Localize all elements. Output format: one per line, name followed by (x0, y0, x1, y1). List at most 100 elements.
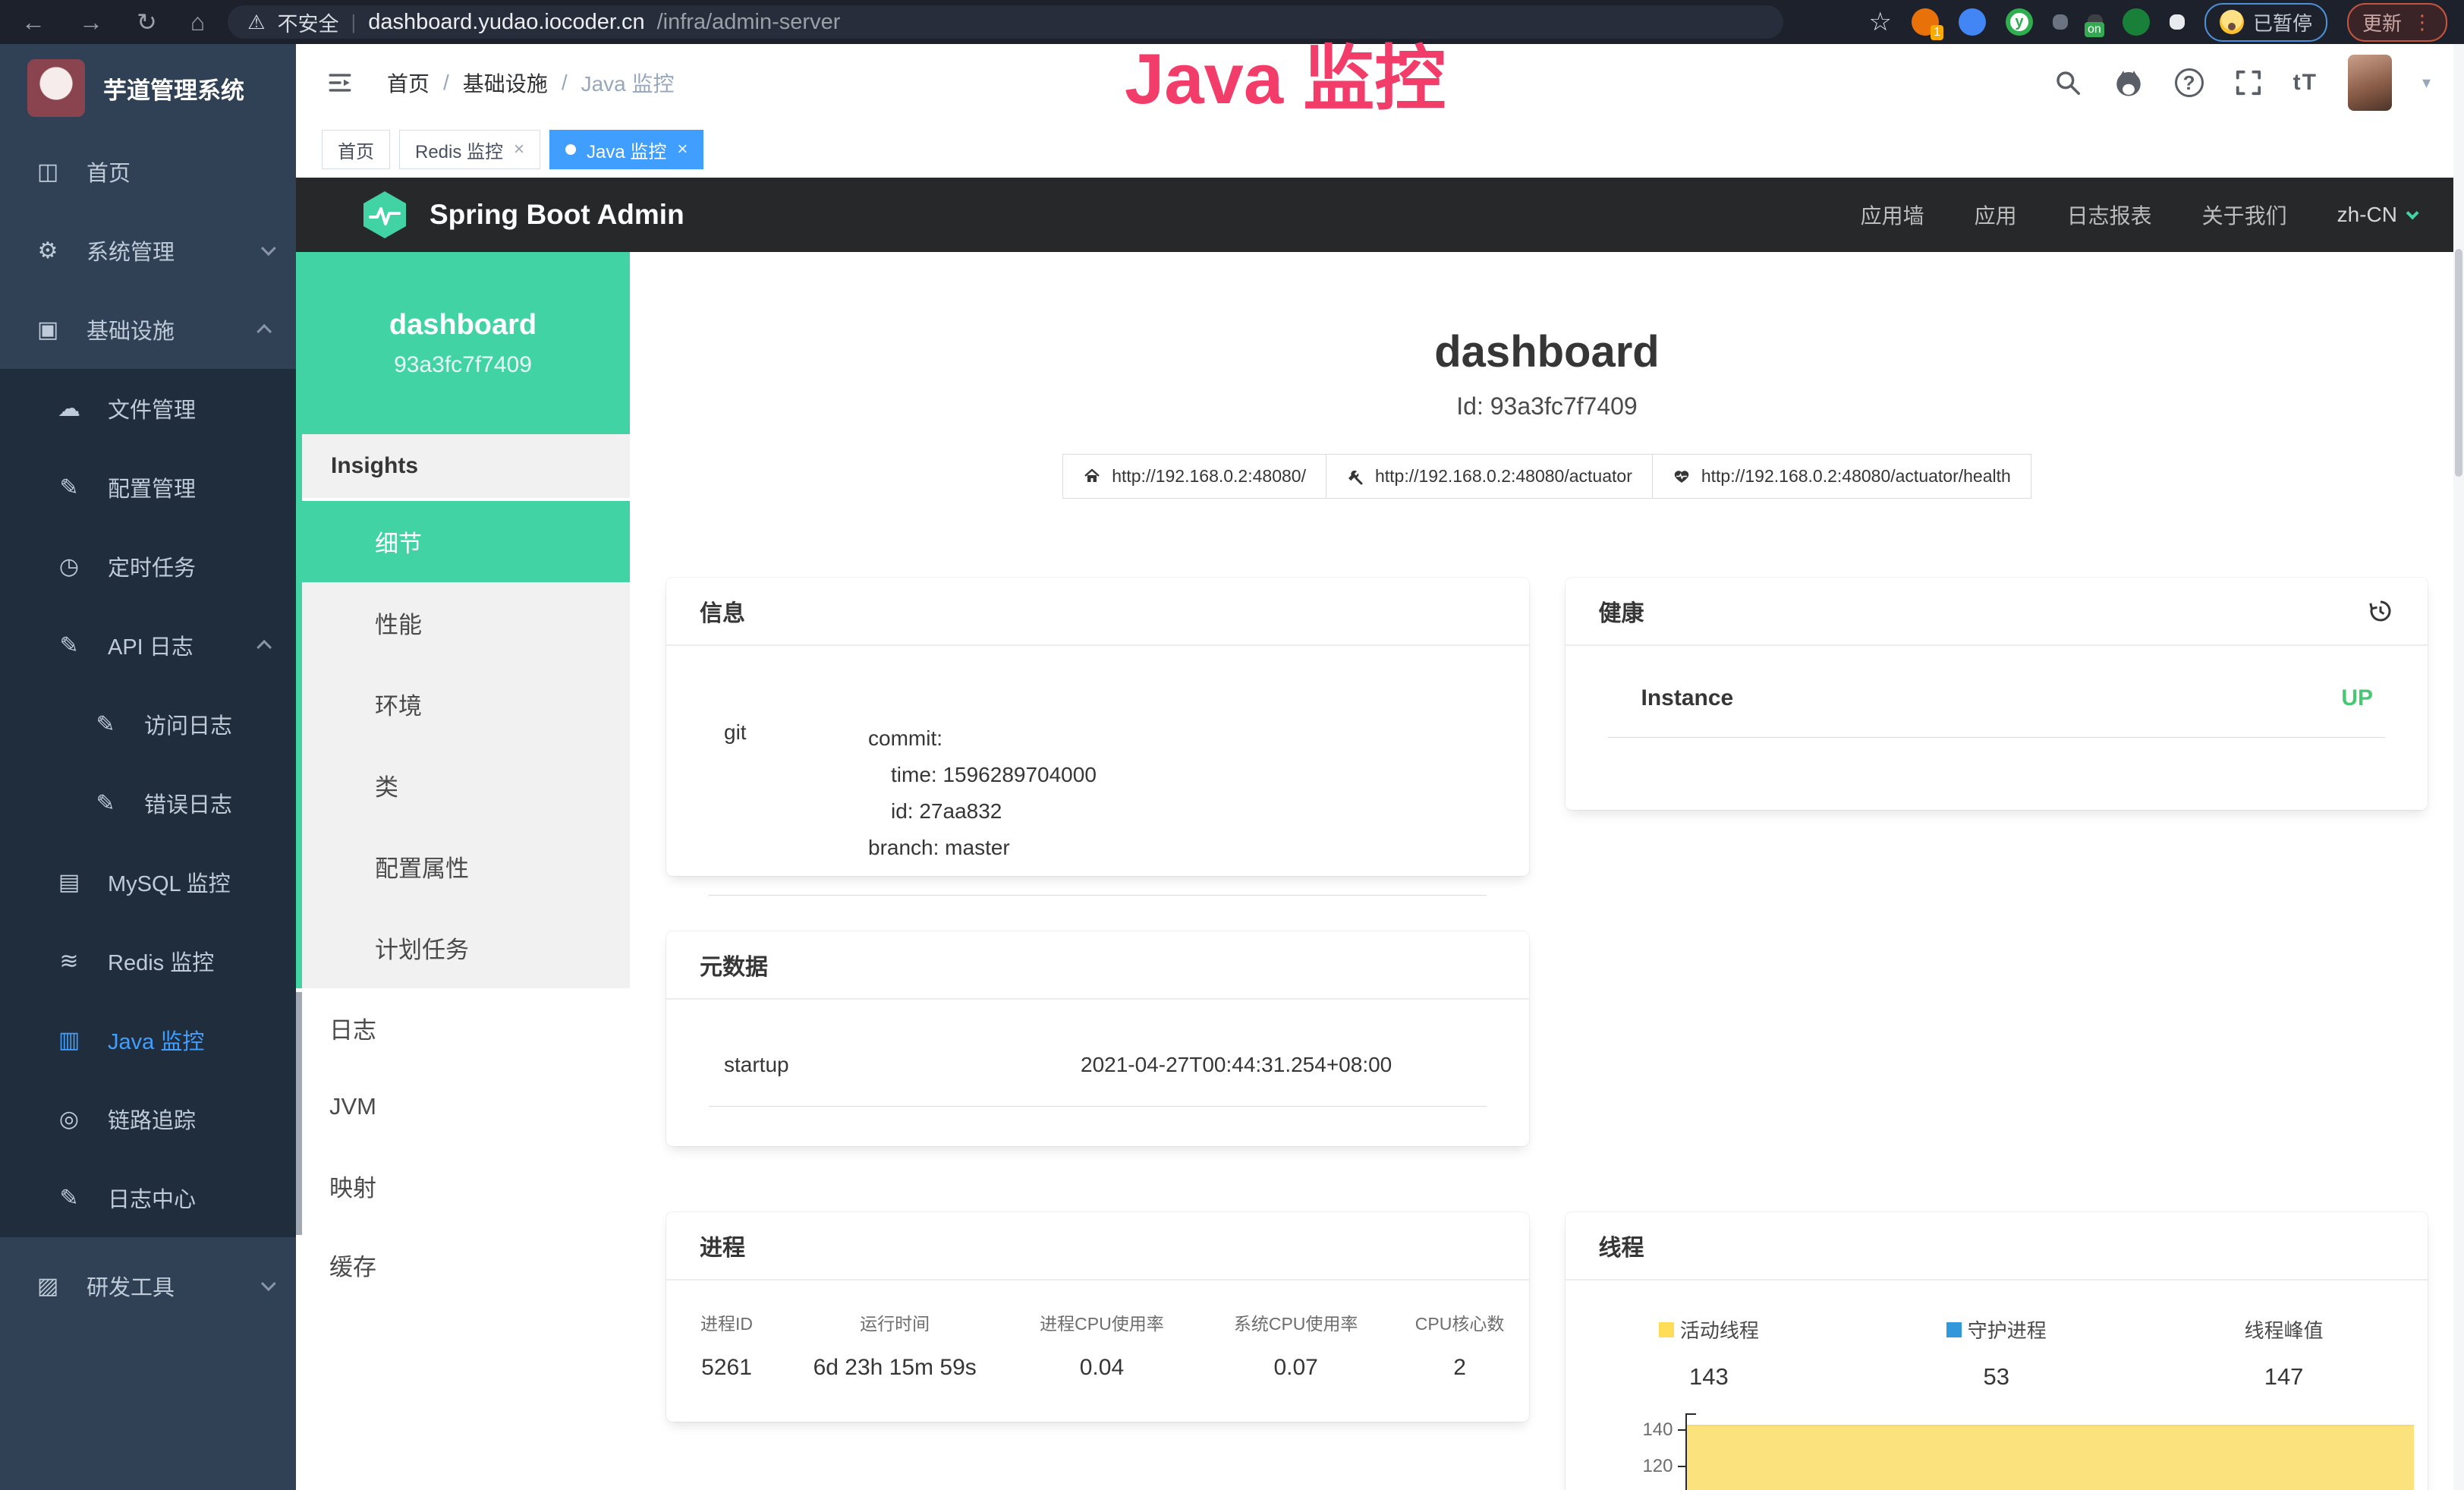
paused-profile-chip[interactable]: 已暂停 (2204, 3, 2327, 42)
instance-name: dashboard (389, 309, 537, 342)
user-avatar[interactable] (2348, 55, 2392, 111)
process-card: 进程 进程ID 运行时间 进程CPU使用率 系统CPU使用率 CPU核心数 (666, 1212, 1529, 1422)
breadcrumb-home[interactable]: 首页 (387, 68, 430, 98)
sidebar: 芋道管理系统 ◫ 首页 ⚙ 系统管理 ▣ 基础设施 ☁ 文件管理 (0, 44, 296, 1490)
sidebar-item-files[interactable]: ☁ 文件管理 (0, 369, 296, 448)
home-icon[interactable]: ⌂ (190, 8, 205, 36)
font-size-icon[interactable]: tT (2293, 70, 2318, 96)
url-path: /infra/admin-server (657, 10, 841, 35)
github-icon[interactable] (2113, 67, 2145, 99)
tab-home[interactable]: 首页 (322, 130, 390, 169)
menu-item-scheduled-tasks[interactable]: 计划任务 (302, 907, 630, 988)
menu-item-config-props[interactable]: 配置属性 (302, 826, 630, 907)
sidebar-item-tracing[interactable]: ◎ 链路追踪 (0, 1079, 296, 1158)
sidebar-item-log-center[interactable]: ✎ 日志中心 (0, 1158, 296, 1237)
sidebar-item-error-log[interactable]: ✎ 错误日志 (0, 764, 296, 843)
bookmark-star-icon[interactable]: ☆ (1868, 7, 1891, 37)
puzzle-extension-icon[interactable] (2170, 14, 2185, 30)
health-instance-label: Instance (1641, 685, 1734, 711)
service-url-button[interactable]: http://192.168.0.2:48080/ (1062, 454, 1326, 499)
health-url-button[interactable]: http://192.168.0.2:48080/actuator/health (1652, 454, 2031, 499)
browser-actions: ☆ 1 y on 已暂停 更新 ⋮ (1868, 3, 2464, 42)
scrollbar-thumb[interactable] (2455, 249, 2462, 477)
sidebar-item-redis[interactable]: ≋ Redis 监控 (0, 921, 296, 1000)
toolbox-icon: ▨ (32, 1273, 64, 1299)
pin-extension-icon[interactable] (1959, 8, 1986, 36)
process-col-header: 进程ID (666, 1309, 787, 1355)
app-logo-row[interactable]: 芋道管理系统 (0, 44, 296, 132)
grid-extension-icon[interactable] (2053, 14, 2068, 30)
update-label: 更新 (2362, 8, 2402, 36)
help-icon[interactable]: ? (2175, 68, 2204, 97)
sidebar-item-system[interactable]: ⚙ 系统管理 (0, 211, 296, 290)
reload-icon[interactable]: ↻ (137, 8, 157, 36)
menu-item-logs[interactable]: 日志 (296, 988, 630, 1067)
menu-item-metrics[interactable]: 性能 (302, 582, 630, 663)
process-table: 进程ID 运行时间 进程CPU使用率 系统CPU使用率 CPU核心数 5261 … (666, 1309, 1529, 1381)
list-extension-icon[interactable]: on (2088, 14, 2103, 30)
user-menu-caret-icon[interactable]: ▾ (2422, 73, 2431, 93)
sidebar-item-config[interactable]: ✎ 配置管理 (0, 448, 296, 527)
y-extension-icon[interactable]: y (2006, 8, 2033, 36)
app-title: 芋道管理系统 (103, 71, 244, 106)
process-card-header: 进程 (666, 1212, 1529, 1281)
sidebar-item-infra[interactable]: ▣ 基础设施 (0, 290, 296, 369)
sidebar-item-jobs[interactable]: ◷ 定时任务 (0, 527, 296, 606)
sba-link-wallboard[interactable]: 应用墙 (1861, 200, 1924, 230)
sba-brand[interactable]: Spring Boot Admin (360, 190, 684, 240)
menu-item-caches[interactable]: 缓存 (296, 1225, 630, 1304)
sidebar-item-access-log[interactable]: ✎ 访问日志 (0, 685, 296, 764)
sba-link-about[interactable]: 关于我们 (2202, 200, 2287, 230)
hamburger-icon[interactable] (325, 70, 355, 96)
sidebar-item-label: 访问日志 (144, 708, 232, 740)
sidebar-item-home[interactable]: ◫ 首页 (0, 132, 296, 211)
forward-icon[interactable]: → (79, 8, 103, 36)
sidebar-scrollbar[interactable] (296, 992, 302, 1235)
sidebar-item-java-monitor[interactable]: ▥ Java 监控 (0, 1000, 296, 1079)
sba-language-select[interactable]: zh-CN (2337, 203, 2415, 227)
sba-link-journal[interactable]: 日志报表 (2067, 200, 2152, 230)
sidebar-item-api-log[interactable]: ✎ API 日志 (0, 606, 296, 685)
tab-redis-monitor[interactable]: Redis 监控 × (399, 130, 540, 169)
breadcrumb-separator: / (562, 71, 568, 95)
close-icon[interactable]: × (514, 139, 524, 160)
health-url: http://192.168.0.2:48080/actuator/health (1701, 466, 2011, 487)
sidebar-item-mysql[interactable]: ▤ MySQL 监控 (0, 843, 296, 921)
insights-group: Insights 细节 性能 环境 类 配置属性 计划任务 (296, 434, 630, 988)
log-icon: ✎ (90, 711, 121, 738)
on-badge: on (2085, 22, 2104, 37)
close-icon[interactable]: × (677, 139, 688, 160)
sba-navbar: Spring Boot Admin 应用墙 应用 日志报表 关于我们 zh-CN (296, 178, 2464, 252)
menu-item-mappings[interactable]: 映射 (296, 1146, 630, 1225)
instance-content: dashboard Id: 93a3fc7f7409 http://192.16… (630, 252, 2464, 1490)
instance-header: dashboard 93a3fc7f7409 (296, 252, 630, 434)
search-icon[interactable] (2053, 68, 2082, 97)
menu-item-classes[interactable]: 类 (302, 745, 630, 826)
menu-item-details[interactable]: 细节 (302, 501, 630, 582)
menu-item-jvm[interactable]: JVM (296, 1067, 630, 1146)
history-icon[interactable] (2367, 597, 2394, 625)
back-icon[interactable]: ← (21, 8, 46, 36)
security-label: 不安全 (277, 8, 338, 37)
sidebar-item-label: 首页 (87, 156, 131, 187)
page-scrollbar[interactable] (2453, 44, 2464, 1490)
address-bar[interactable]: ⚠ 不安全 | dashboard.yudao.iocoder.cn /infr… (228, 5, 1783, 39)
process-cpu: 0.04 (1002, 1355, 1201, 1381)
leaf-extension-icon[interactable] (2123, 8, 2150, 36)
menu-item-environment[interactable]: 环境 (302, 663, 630, 745)
breadcrumb-section[interactable]: 基础设施 (463, 68, 548, 98)
browser-menu-icon[interactable]: ⋮ (2412, 11, 2432, 34)
tab-java-monitor[interactable]: Java 监控 × (549, 130, 703, 169)
info-git-row: git commit: time: 1596289704000 id: 27aa… (709, 687, 1487, 896)
extension-icon[interactable]: 1 (1912, 8, 1939, 36)
emoji-face-icon (2220, 10, 2244, 34)
actuator-url-button[interactable]: http://192.168.0.2:48080/actuator (1326, 454, 1653, 499)
threads-legend: 活动线程 143 守护进程 (1566, 1315, 2428, 1391)
card-title: 健康 (1599, 594, 1644, 628)
fullscreen-icon[interactable] (2234, 68, 2263, 97)
sidebar-item-dev-tools[interactable]: ▨ 研发工具 (0, 1246, 296, 1325)
update-button[interactable]: 更新 ⋮ (2347, 3, 2447, 42)
chevron-down-icon (261, 241, 276, 256)
instance-id-line: Id: 93a3fc7f7409 (666, 392, 2428, 421)
sba-link-applications[interactable]: 应用 (1975, 200, 2017, 230)
